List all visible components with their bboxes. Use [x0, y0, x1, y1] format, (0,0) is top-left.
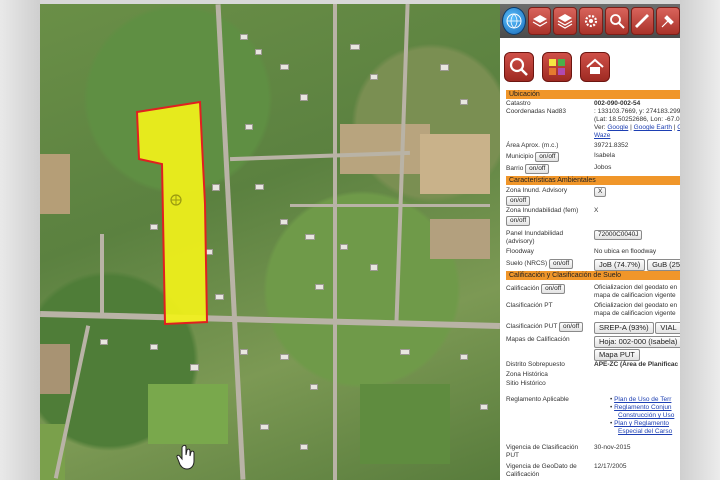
tools-icon[interactable]	[656, 7, 680, 35]
clasif-put-values: SREP-A (93%) VIAL	[594, 322, 680, 334]
zona-advisory-value[interactable]: X	[594, 187, 607, 197]
hoja-button[interactable]: Hoja: 002-000 (Isabela)	[594, 336, 680, 348]
zona-fem-value: X	[594, 207, 599, 214]
parcel-centroid-icon	[170, 194, 182, 206]
reglamento-link-2[interactable]: • Reglamento Conjun	[610, 404, 672, 412]
municipio-label: Municipio on/off	[506, 152, 560, 162]
clasif-put-label: Clasificación PUT on/off	[506, 322, 584, 332]
zona-advisory-onoff-button[interactable]: on/off	[506, 196, 531, 206]
sitio-historico-label: Sitio Histórico	[506, 380, 546, 387]
ver-links: Ver: Google | Google Earth | Op	[594, 124, 680, 132]
google-earth-link[interactable]: Google Earth	[634, 124, 672, 131]
vigencia-label-2: PUT	[506, 452, 519, 459]
barrio-label: Barrio on/off	[506, 164, 550, 174]
reglamento-link-1[interactable]: • Plan de Uso de Terr	[610, 396, 671, 404]
barrio-onoff-button[interactable]: on/off	[525, 164, 550, 174]
vial-button[interactable]: VIAL	[655, 322, 680, 334]
zona-fem-label: Zona Inundabilidad (fem)	[506, 207, 579, 214]
zona-advisory-label: Zona Inund. Advisory	[506, 187, 568, 194]
municipio-value: Isabela	[594, 152, 615, 159]
globe-icon[interactable]	[502, 7, 526, 35]
vig-geo-label: Vigencia de GeoDato de	[506, 463, 577, 470]
catastro-label: Catastro	[506, 100, 531, 107]
distrito-value: APE-ZC (Área de Planificac	[594, 361, 679, 368]
zoning-map-icon[interactable]	[542, 52, 572, 82]
barrio-value: Jobos	[594, 164, 612, 171]
calificacion-label: Calificación on/off	[506, 284, 566, 294]
monitor-frame-left	[0, 0, 40, 480]
suelo-values: JoB (74.7%) GuB (25	[594, 259, 680, 271]
area-label: Área Aprox. (m.c.)	[506, 142, 559, 149]
waze-link[interactable]: Waze	[594, 132, 610, 140]
suelo-onoff-button[interactable]: on/off	[549, 259, 574, 269]
calificacion-onoff-button[interactable]: on/off	[541, 284, 566, 294]
panel-actions	[504, 52, 610, 82]
zona-historica-label: Zona Histórica	[506, 371, 548, 378]
layers-stack-icon[interactable]	[553, 7, 578, 35]
area-value: 39721.8352	[594, 142, 629, 149]
hand-cursor-icon	[176, 444, 195, 470]
srep-a-button[interactable]: SREP-A (93%)	[594, 322, 654, 334]
clasif-put-onoff-button[interactable]: on/off	[559, 322, 584, 332]
clasif-pt-value-1: Oficializacion del geodato en	[594, 302, 678, 309]
floodway-value: No ubica en floodway	[594, 248, 657, 255]
settings-icon[interactable]	[579, 7, 603, 35]
panel-value[interactable]: 72000C0040J	[594, 230, 643, 240]
reglamento-label: Reglamento Aplicable	[506, 396, 569, 403]
section-ambientales: Características Ambientales	[506, 176, 680, 185]
parcel-polygon[interactable]	[135, 100, 209, 326]
coords-latlon: (Lat: 18.50252686, Lon: -67.066	[594, 116, 680, 123]
calificacion-value-1: Oficializacion del geodato en	[594, 284, 678, 291]
coords-xy: : 133103.7669, y: 274183.2991	[594, 108, 680, 115]
vig-geo-label-2: Calificación	[506, 471, 540, 478]
catastro-value: 002-090-002-54	[594, 100, 641, 107]
selected-parcel[interactable]	[40, 4, 500, 480]
vigencia-label: Vigencia de Clasificación	[506, 444, 579, 451]
suelo-label: Suelo (NRCS) on/off	[506, 259, 574, 269]
monitor-frame-right	[680, 0, 720, 480]
layers-icon[interactable]	[527, 7, 552, 35]
home-icon[interactable]	[580, 52, 610, 82]
reglamento-link-2b[interactable]: Construcción y Uso	[618, 412, 674, 420]
municipio-onoff-button[interactable]: on/off	[535, 152, 560, 162]
mapas-label: Mapas de Calificación	[506, 336, 570, 343]
reglamento-link-3b[interactable]: Especial del Carso	[618, 428, 672, 436]
floodway-label: Floodway	[506, 248, 534, 255]
panel-label: Panel Inundabilidad	[506, 230, 564, 237]
measure-icon[interactable]	[630, 7, 655, 35]
map-toolbar	[500, 4, 680, 38]
calificacion-value-2: mapa de calificacion vigente	[594, 292, 676, 299]
suelo-job-button[interactable]: JoB (74.7%)	[594, 259, 646, 271]
clasif-pt-value-2: mapa de calificacion vigente	[594, 310, 676, 317]
panel-label-2: (advisory)	[506, 238, 535, 245]
vig-geo-value: 12/17/2005	[594, 463, 627, 470]
op-link[interactable]: Op	[677, 124, 680, 131]
parcel-info-panel: Ubicación Catastro 002-090-002-54 Coorde…	[500, 4, 680, 480]
satellite-map[interactable]	[40, 4, 500, 480]
clasif-pt-label: Clasificación PT	[506, 302, 553, 309]
reglamento-link-3[interactable]: • Plan y Reglamento	[610, 420, 669, 428]
section-calificacion: Calificación y Clasificación de Suelo	[506, 271, 680, 280]
mapa-put-button[interactable]: Mapa PUT	[594, 349, 640, 361]
google-link[interactable]: Google	[607, 124, 628, 131]
coords-label: Coordenadas Nad83	[506, 108, 566, 115]
vigencia-value: 30-nov-2015	[594, 444, 631, 451]
section-ubicacion: Ubicación	[506, 90, 680, 99]
ver-label: Ver:	[594, 124, 606, 131]
zona-fem-onoff-button[interactable]: on/off	[506, 216, 531, 226]
distrito-label: Distrito Sobrepuesto	[506, 361, 565, 368]
search-icon[interactable]	[604, 7, 629, 35]
search-parcel-icon[interactable]	[504, 52, 534, 82]
suelo-gub-button[interactable]: GuB (25	[647, 259, 680, 271]
